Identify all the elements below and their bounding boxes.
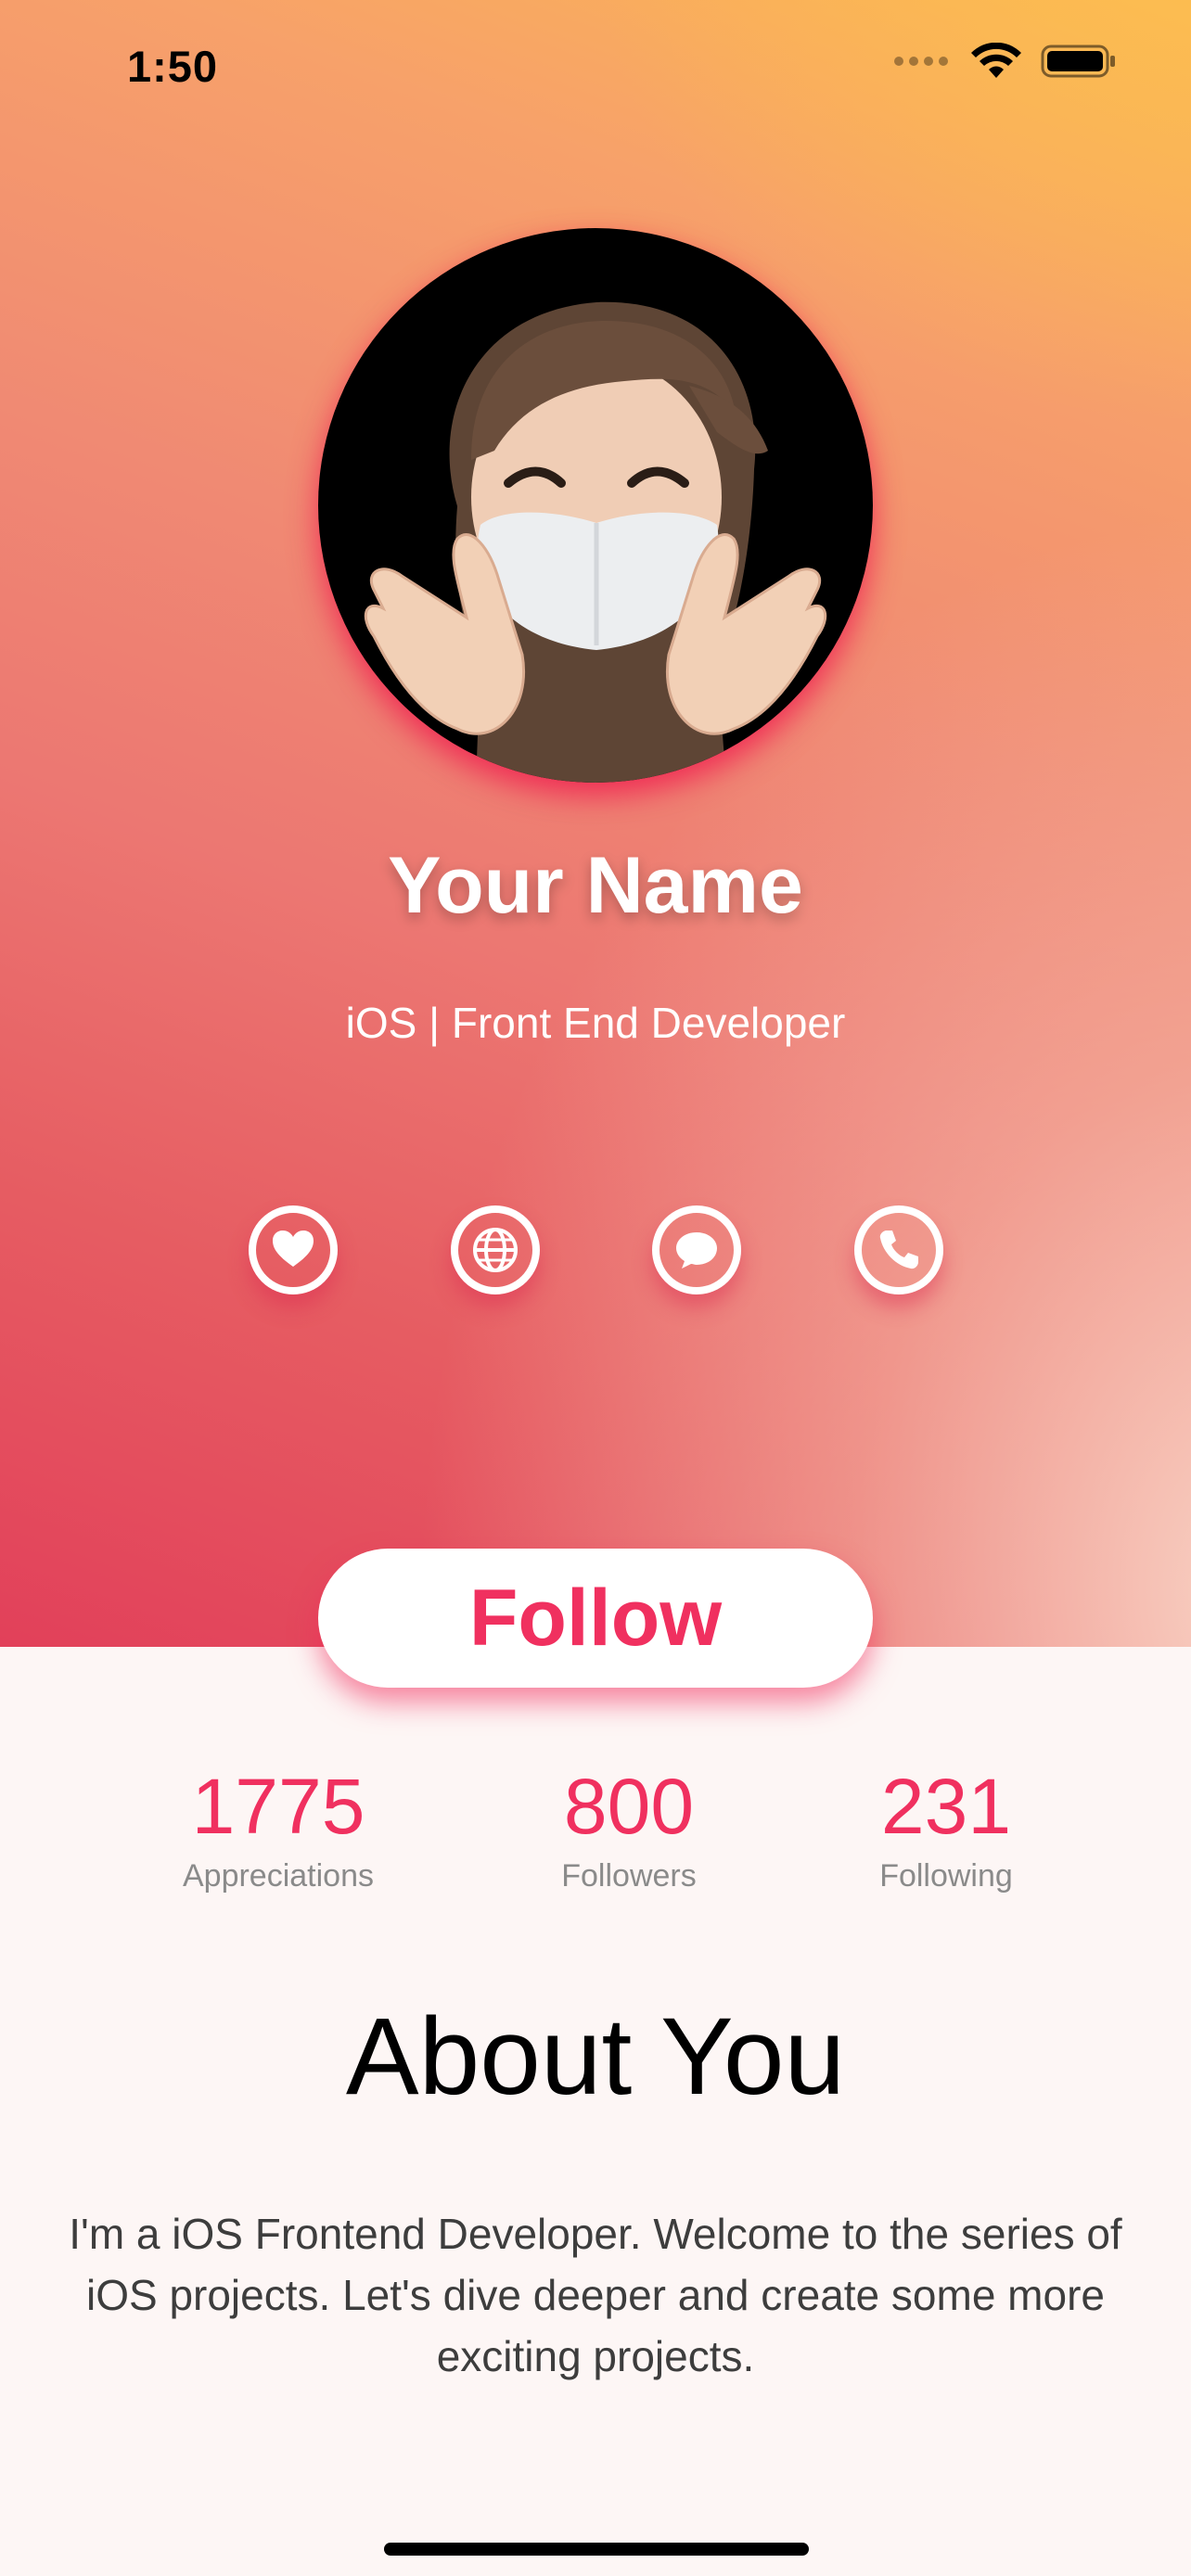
status-time: 1:50: [127, 42, 219, 91]
signal-dots-icon: [894, 57, 948, 66]
stat-value: 1775: [191, 1763, 365, 1850]
stat-followers[interactable]: 800 Followers: [490, 1767, 768, 1894]
follow-button[interactable]: Follow: [318, 1549, 873, 1688]
battery-icon: [1041, 45, 1115, 78]
profile-name: Your Name: [388, 841, 803, 930]
stat-following[interactable]: 231 Following: [807, 1767, 1085, 1894]
heart-icon: [273, 1231, 314, 1267]
globe-icon: [473, 1228, 518, 1272]
stat-value: 231: [880, 1763, 1012, 1850]
website-button[interactable]: [451, 1205, 540, 1294]
message-button[interactable]: [652, 1205, 741, 1294]
stat-label: Appreciations: [182, 1858, 374, 1894]
heart-button[interactable]: [249, 1205, 338, 1294]
stat-label: Followers: [561, 1858, 697, 1894]
stat-appreciations: 1775 Appreciations: [139, 1767, 417, 1894]
phone-icon: [879, 1231, 918, 1269]
status-icons: [894, 43, 1117, 80]
stat-label: Following: [879, 1858, 1013, 1894]
profile-avatar: [318, 228, 873, 783]
home-indicator[interactable]: [384, 2543, 809, 2556]
about-text: I'm a iOS Frontend Developer. Welcome to…: [69, 2210, 1122, 2380]
memoji-avatar-image: [364, 301, 827, 783]
about-title: About You: [345, 1996, 846, 2118]
wifi-icon: [971, 43, 1021, 78]
profile-role: iOS | Front End Developer: [345, 999, 846, 1047]
phone-button[interactable]: [854, 1205, 943, 1294]
message-icon: [676, 1232, 717, 1269]
stat-value: 800: [563, 1763, 695, 1850]
